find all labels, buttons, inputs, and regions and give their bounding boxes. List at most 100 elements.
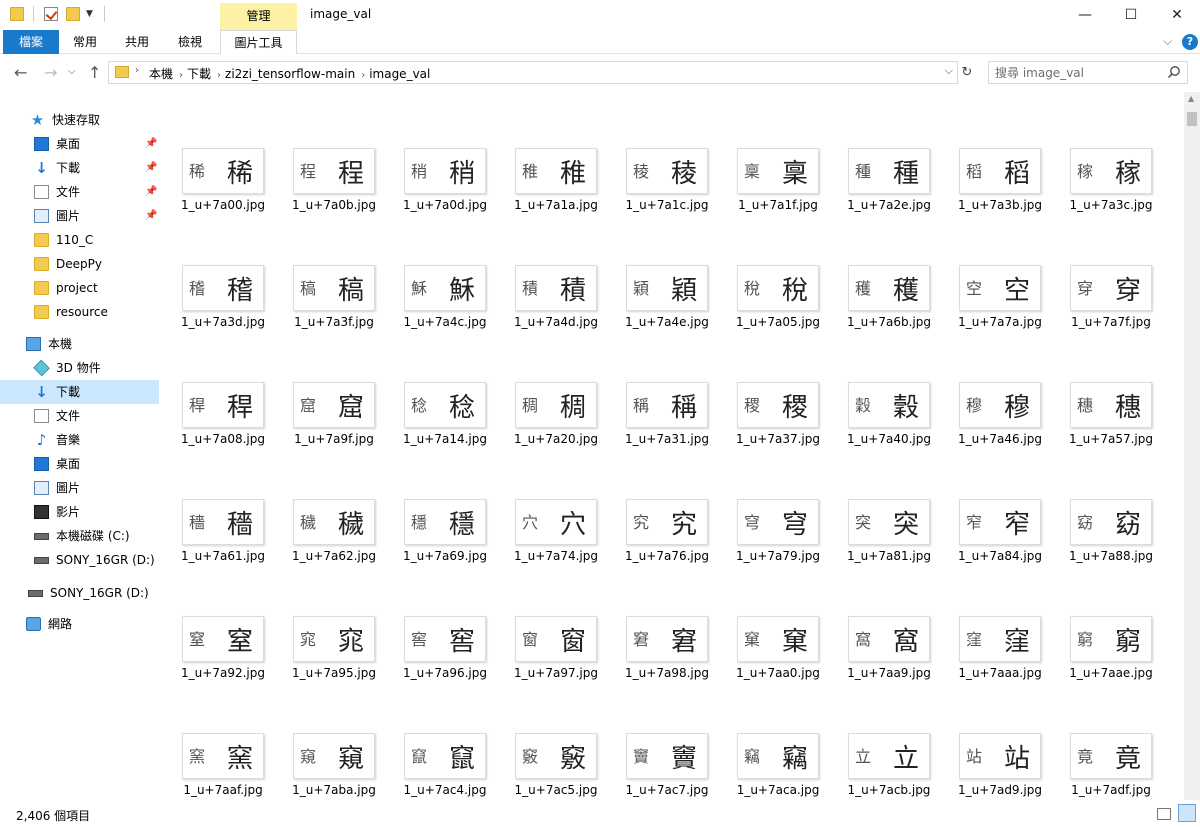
file-thumbnail[interactable]: 窠窠 [737, 616, 819, 662]
file-name[interactable]: 1_u+7ac7.jpg [604, 783, 730, 797]
file-thumbnail[interactable]: 穫穫 [848, 265, 930, 311]
file-thumbnail[interactable]: 穀穀 [848, 382, 930, 428]
breadcrumb-item-zi2zi[interactable]: zi2zi_tensorflow-main [225, 67, 355, 81]
file-thumbnail[interactable]: 稀稀 [182, 148, 264, 194]
file-thumbnail[interactable]: 窺窺 [293, 733, 375, 779]
file-thumbnail[interactable]: 稟稟 [737, 148, 819, 194]
chevron-right-icon[interactable]: › [135, 65, 139, 76]
file-item[interactable]: 稔稔 1_u+7a14.jpg [382, 326, 493, 446]
file-item[interactable]: 稻稻 1_u+7a3b.jpg [937, 92, 1048, 212]
file-thumbnail[interactable]: 竇竇 [626, 733, 708, 779]
file-thumbnail[interactable]: 穴穴 [515, 499, 597, 545]
file-item[interactable]: 積積 1_u+7a4d.jpg [493, 209, 604, 329]
file-item[interactable]: 竟竟 1_u+7adf.jpg [1048, 677, 1159, 797]
file-item[interactable]: 窘窘 1_u+7a98.jpg [604, 560, 715, 680]
search-icon[interactable] [1167, 65, 1181, 79]
file-item[interactable]: 稚稚 1_u+7a1a.jpg [493, 92, 604, 212]
sidebar-item-影片[interactable]: 影片 [0, 500, 159, 524]
file-item[interactable]: 稀稀 1_u+7a00.jpg [160, 92, 271, 212]
properties-icon[interactable] [44, 7, 58, 21]
file-name[interactable]: 1_u+7aaf.jpg [160, 783, 286, 797]
file-thumbnail[interactable]: 窈窈 [1070, 499, 1152, 545]
file-thumbnail[interactable]: 竊竊 [737, 733, 819, 779]
file-item[interactable]: 穩穩 1_u+7a69.jpg [382, 443, 493, 563]
file-thumbnail[interactable]: 稔稔 [404, 382, 486, 428]
file-item[interactable]: 稟稟 1_u+7a1f.jpg [715, 92, 826, 212]
file-item[interactable]: 窟窟 1_u+7a9f.jpg [271, 326, 382, 446]
file-thumbnail[interactable]: 究究 [626, 499, 708, 545]
file-name[interactable]: 1_u+7aba.jpg [271, 783, 397, 797]
sidebar-item-本機[interactable]: 本機 [0, 332, 159, 356]
sidebar-item-文件[interactable]: 文件 📌 [0, 180, 159, 204]
file-item[interactable]: 穀穀 1_u+7a40.jpg [826, 326, 937, 446]
sidebar-item-下載[interactable]: ↓ 下載 [0, 380, 159, 404]
file-item[interactable]: 竅竅 1_u+7ac5.jpg [493, 677, 604, 797]
file-item[interactable]: 穫穫 1_u+7a6b.jpg [826, 209, 937, 329]
file-item[interactable]: 穎穎 1_u+7a4e.jpg [604, 209, 715, 329]
file-thumbnail[interactable]: 窗窗 [515, 616, 597, 662]
file-item[interactable]: 站站 1_u+7ad9.jpg [937, 677, 1048, 797]
file-thumbnail[interactable]: 穿穿 [1070, 265, 1152, 311]
file-thumbnail[interactable]: 稼稼 [1070, 148, 1152, 194]
file-thumbnail[interactable]: 窖窖 [404, 616, 486, 662]
recent-locations-icon[interactable]: ⌵ [68, 66, 76, 77]
file-thumbnail[interactable]: 站站 [959, 733, 1041, 779]
file-item[interactable]: 穡穡 1_u+7a61.jpg [160, 443, 271, 563]
file-item[interactable]: 稱稱 1_u+7a31.jpg [604, 326, 715, 446]
tab-home[interactable]: 常用 [60, 30, 110, 54]
customize-quick-access-icon[interactable]: ▼ [86, 9, 93, 19]
new-folder-icon[interactable] [66, 7, 80, 21]
sidebar-item-網路[interactable]: 網路 [0, 612, 159, 636]
scrollbar-thumb[interactable] [1187, 112, 1197, 126]
file-item[interactable]: 稽稽 1_u+7a3d.jpg [160, 209, 271, 329]
file-item[interactable]: 竊竊 1_u+7aca.jpg [715, 677, 826, 797]
file-item[interactable]: 穌穌 1_u+7a4c.jpg [382, 209, 493, 329]
sidebar-item-sony-16gr-d-[interactable]: SONY_16GR (D:) [0, 581, 159, 605]
close-button[interactable]: ✕ [1154, 0, 1200, 30]
file-item[interactable]: 突突 1_u+7a81.jpg [826, 443, 937, 563]
file-name[interactable]: 1_u+7ac4.jpg [382, 783, 508, 797]
file-thumbnail[interactable]: 穗穗 [1070, 382, 1152, 428]
file-name[interactable]: 1_u+7aca.jpg [715, 783, 841, 797]
file-item[interactable]: 空空 1_u+7a7a.jpg [937, 209, 1048, 329]
file-item[interactable]: 種種 1_u+7a2e.jpg [826, 92, 937, 212]
file-thumbnail[interactable]: 窩窩 [848, 616, 930, 662]
file-thumbnail[interactable]: 稈稈 [182, 382, 264, 428]
file-thumbnail[interactable]: 積積 [515, 265, 597, 311]
file-item[interactable]: 窺窺 1_u+7aba.jpg [271, 677, 382, 797]
file-item[interactable]: 窩窩 1_u+7aa9.jpg [826, 560, 937, 680]
tab-file[interactable]: 檔案 [3, 30, 59, 54]
up-arrow-icon[interactable]: ↑ [88, 63, 101, 82]
sidebar-item-3d-物件[interactable]: 3D 物件 [0, 356, 159, 380]
file-name[interactable]: 1_u+7adf.jpg [1048, 783, 1174, 797]
sidebar-item-sony-16gr-d-[interactable]: SONY_16GR (D:) [0, 548, 159, 572]
file-name[interactable]: 1_u+7ad9.jpg [937, 783, 1063, 797]
back-arrow-icon[interactable]: ← [14, 63, 27, 82]
file-item[interactable]: 窒窒 1_u+7a92.jpg [160, 560, 271, 680]
file-item[interactable]: 究究 1_u+7a76.jpg [604, 443, 715, 563]
refresh-icon[interactable]: ↻ [958, 62, 976, 83]
file-thumbnail[interactable]: 窕窕 [293, 616, 375, 662]
file-thumbnail[interactable]: 穩穩 [404, 499, 486, 545]
breadcrumb-separator[interactable]: › [361, 70, 365, 81]
file-item[interactable]: 稠稠 1_u+7a20.jpg [493, 326, 604, 446]
file-item[interactable]: 窄窄 1_u+7a84.jpg [937, 443, 1048, 563]
breadcrumb-separator[interactable]: › [217, 70, 221, 81]
file-item[interactable]: 窯窯 1_u+7aaf.jpg [160, 677, 271, 797]
file-thumbnail[interactable]: 稿稿 [293, 265, 375, 311]
file-item[interactable]: 窕窕 1_u+7a95.jpg [271, 560, 382, 680]
file-thumbnail[interactable]: 稅稅 [737, 265, 819, 311]
file-thumbnail[interactable]: 竟竟 [1070, 733, 1152, 779]
file-thumbnail[interactable]: 穎穎 [626, 265, 708, 311]
breadcrumb-separator[interactable]: › [179, 70, 183, 81]
address-history-dropdown-icon[interactable]: ⌵ [945, 64, 953, 78]
file-thumbnail[interactable]: 稠稠 [515, 382, 597, 428]
file-item[interactable]: 程程 1_u+7a0b.jpg [271, 92, 382, 212]
sidebar-item-resource[interactable]: resource [0, 300, 159, 324]
file-thumbnail[interactable]: 窒窒 [182, 616, 264, 662]
file-item[interactable]: 竇竇 1_u+7ac7.jpg [604, 677, 715, 797]
file-thumbnail[interactable]: 穌穌 [404, 265, 486, 311]
sidebar-item-文件[interactable]: 文件 [0, 404, 159, 428]
file-item[interactable]: 窠窠 1_u+7aa0.jpg [715, 560, 826, 680]
file-thumbnail[interactable]: 窪窪 [959, 616, 1041, 662]
